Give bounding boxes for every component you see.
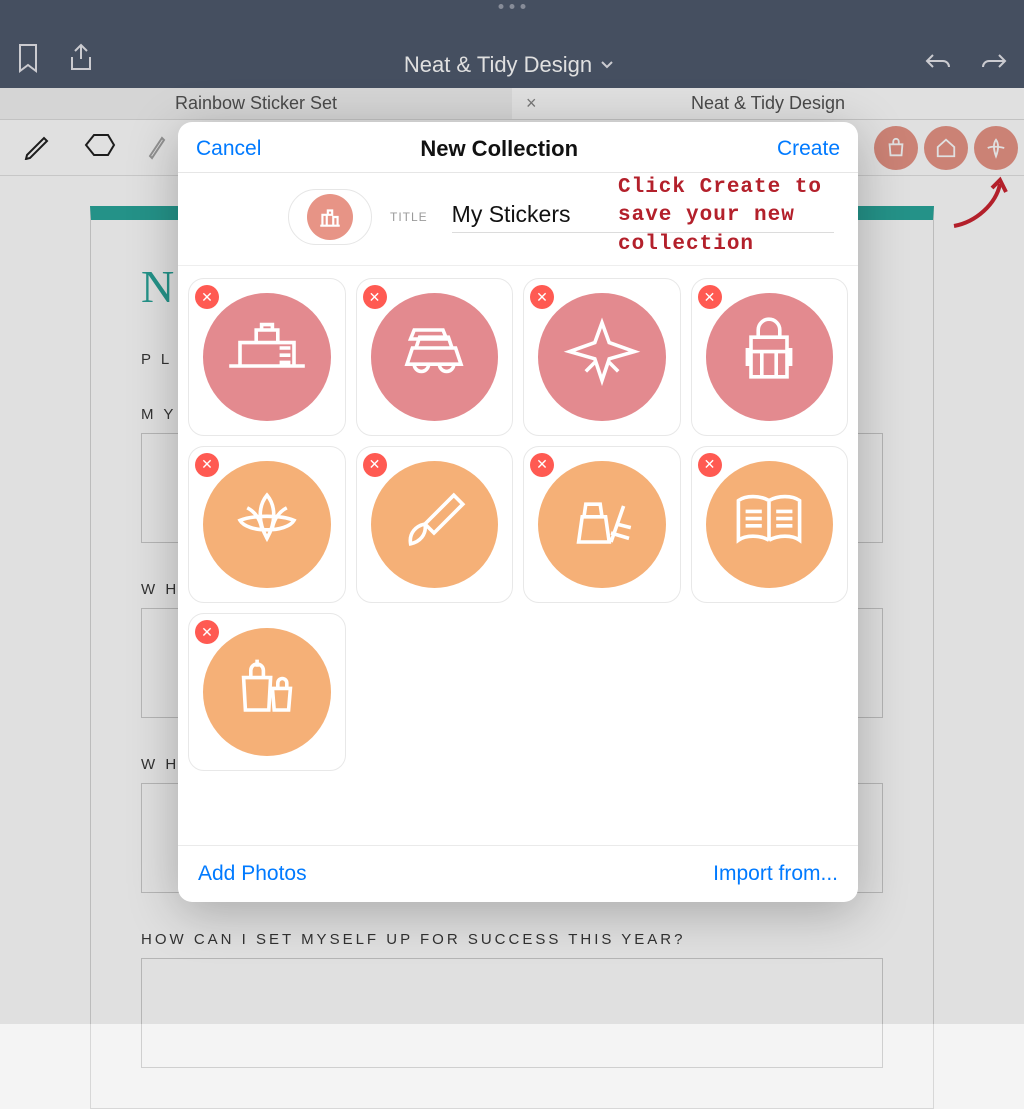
- collection-cover-thumbnail[interactable]: [288, 189, 372, 245]
- airplane-icon: [538, 293, 666, 421]
- tutorial-annotation: Click Create to save your new collection: [618, 174, 858, 259]
- book-icon: [706, 461, 834, 589]
- cancel-button[interactable]: Cancel: [196, 137, 261, 161]
- cleaning-icon: [538, 461, 666, 589]
- sticker-grid: ✕ ✕ ✕ ✕ ✕ ✕ ✕ ✕ ✕: [178, 266, 858, 845]
- car-icon: [371, 293, 499, 421]
- remove-sticker-icon[interactable]: ✕: [363, 285, 387, 309]
- sticker-tile[interactable]: ✕: [691, 446, 849, 604]
- sticker-tile[interactable]: ✕: [188, 446, 346, 604]
- import-from-button[interactable]: Import from...: [713, 862, 838, 886]
- remove-sticker-icon[interactable]: ✕: [195, 285, 219, 309]
- remove-sticker-icon[interactable]: ✕: [195, 620, 219, 644]
- backpack-icon: [706, 293, 834, 421]
- remove-sticker-icon[interactable]: ✕: [698, 285, 722, 309]
- remove-sticker-icon[interactable]: ✕: [363, 453, 387, 477]
- annotation-arrow-icon: [946, 174, 1016, 234]
- modal-title: New Collection: [420, 136, 578, 162]
- lotus-icon: [203, 461, 331, 589]
- shopping-icon: [203, 628, 331, 756]
- sticker-tile[interactable]: ✕: [691, 278, 849, 436]
- remove-sticker-icon[interactable]: ✕: [698, 453, 722, 477]
- sticker-tile[interactable]: ✕: [523, 278, 681, 436]
- sticker-tile[interactable]: ✕: [356, 278, 514, 436]
- remove-sticker-icon[interactable]: ✕: [530, 285, 554, 309]
- title-field-label: TITLE: [390, 210, 428, 224]
- sticker-tile[interactable]: ✕: [188, 278, 346, 436]
- sticker-tile[interactable]: ✕: [188, 613, 346, 771]
- sticker-tile[interactable]: ✕: [523, 446, 681, 604]
- create-button[interactable]: Create: [777, 137, 840, 161]
- paintbrush-icon: [371, 461, 499, 589]
- sticker-tile[interactable]: ✕: [356, 446, 514, 604]
- remove-sticker-icon[interactable]: ✕: [530, 453, 554, 477]
- remove-sticker-icon[interactable]: ✕: [195, 453, 219, 477]
- desk-icon: [203, 293, 331, 421]
- add-photos-button[interactable]: Add Photos: [198, 862, 307, 886]
- title-field[interactable]: My Stickers: [452, 201, 571, 227]
